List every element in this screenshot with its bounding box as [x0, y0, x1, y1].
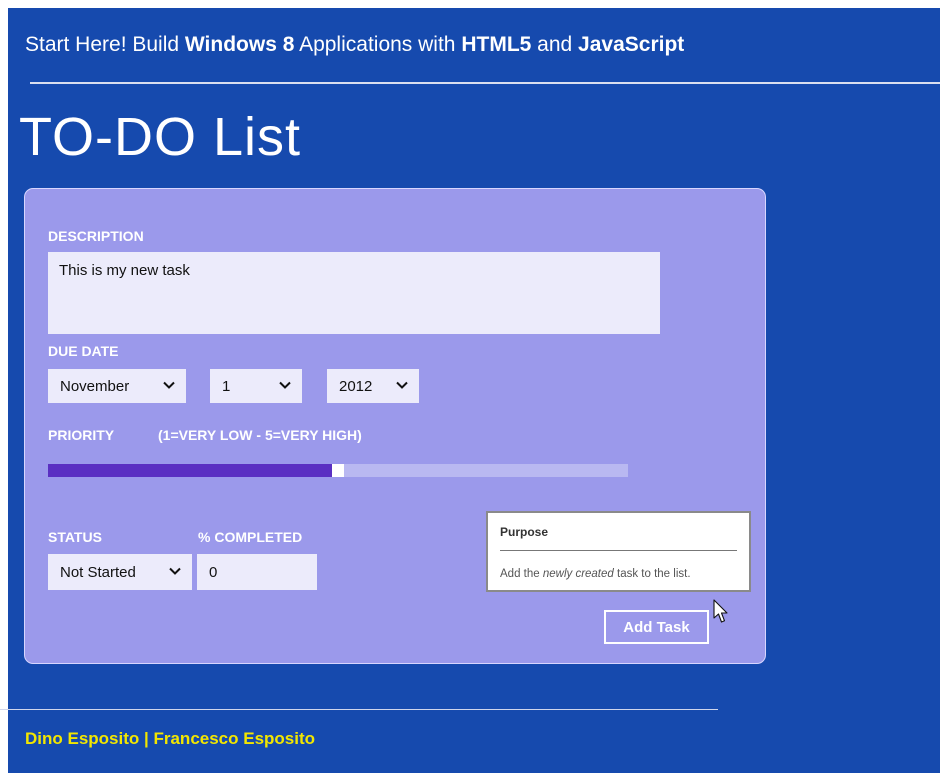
priority-label: PRIORITY: [48, 427, 115, 443]
day-select-value: 1: [222, 377, 231, 395]
footer-authors: Dino Esposito | Francesco Esposito: [25, 729, 316, 748]
priority-slider-fill: [48, 464, 332, 477]
tooltip: Purpose Add the newly created task to th…: [486, 511, 751, 592]
header-divider: [30, 82, 940, 84]
description-input[interactable]: This is my new task: [48, 252, 660, 334]
description-label: DESCRIPTION: [48, 228, 144, 244]
mouse-cursor-icon: [713, 599, 728, 623]
tooltip-divider: [500, 550, 737, 551]
priority-slider[interactable]: [48, 464, 628, 477]
chevron-down-icon: [279, 381, 291, 389]
year-select[interactable]: 2012: [327, 369, 419, 403]
header-title: Start Here! Build Windows 8 Applications…: [25, 33, 685, 56]
chevron-down-icon: [169, 567, 181, 575]
percent-completed-input[interactable]: 0: [197, 554, 317, 590]
add-task-button[interactable]: Add Task: [604, 610, 709, 644]
month-select[interactable]: November: [48, 369, 186, 403]
month-select-value: November: [60, 377, 130, 395]
day-select[interactable]: 1: [210, 369, 302, 403]
percent-completed-label: % COMPLETED: [198, 529, 303, 545]
chevron-down-icon: [396, 381, 408, 389]
footer-divider: [0, 709, 718, 710]
app-content: Start Here! Build Windows 8 Applications…: [0, 0, 940, 773]
priority-hint: (1=VERY LOW - 5=VERY HIGH): [158, 427, 362, 443]
status-select-value: Not Started: [60, 563, 136, 581]
year-select-value: 2012: [339, 377, 373, 395]
due-date-label: DUE DATE: [48, 343, 119, 359]
status-label: STATUS: [48, 529, 102, 545]
tooltip-text: Add the newly created task to the list.: [500, 568, 691, 580]
status-select[interactable]: Not Started: [48, 554, 192, 590]
page-title: TO-DO List: [19, 107, 302, 167]
tooltip-title: Purpose: [500, 525, 549, 539]
chevron-down-icon: [163, 381, 175, 389]
priority-slider-thumb[interactable]: [332, 464, 344, 477]
